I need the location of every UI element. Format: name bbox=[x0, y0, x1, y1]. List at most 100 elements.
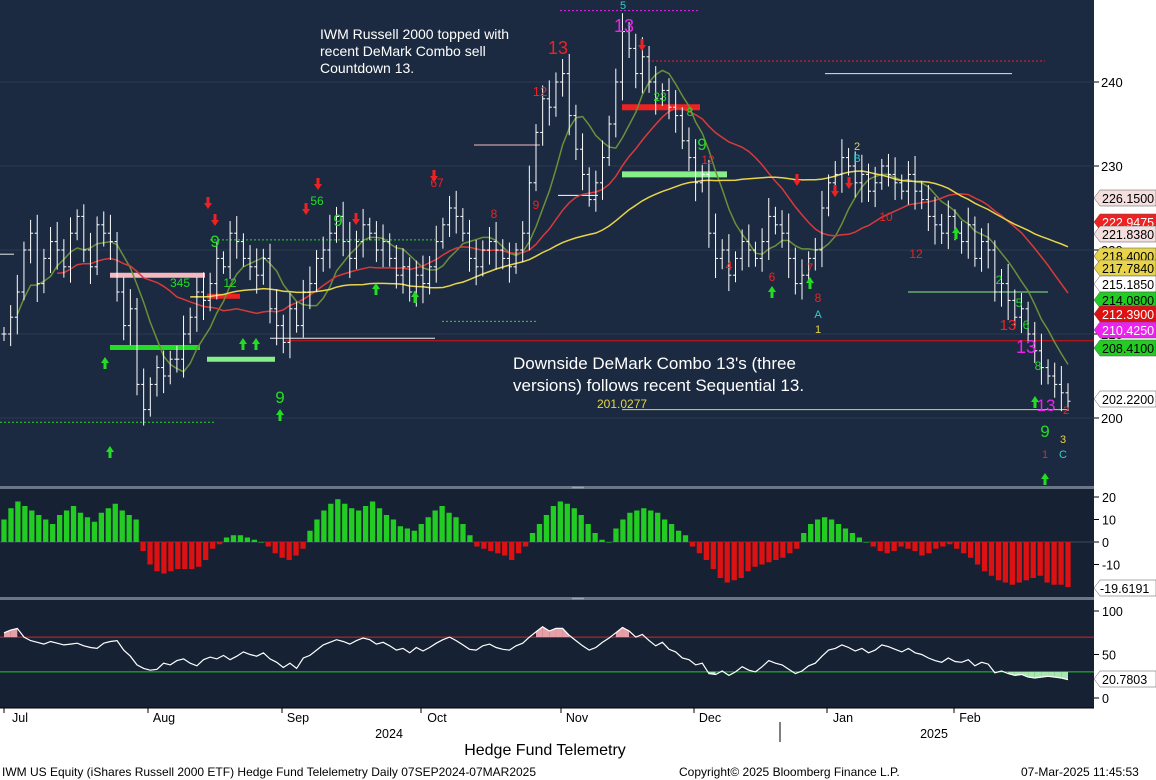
bottom-note-line-2: versions) follows recent Sequential 13. bbox=[513, 376, 804, 395]
histogram-bar bbox=[307, 530, 313, 542]
td-count-label: 9 bbox=[275, 388, 284, 407]
histogram-bar bbox=[29, 510, 35, 542]
td-count-label: 13 bbox=[1000, 317, 1017, 334]
rsi-panel bbox=[0, 600, 1094, 708]
histogram-bar bbox=[620, 519, 626, 542]
td-count-label: 6 bbox=[769, 270, 776, 284]
histogram-bar bbox=[112, 503, 118, 542]
chart-title: Hedge Fund Telemetry bbox=[464, 742, 626, 759]
td-count-label: 9 bbox=[1040, 422, 1049, 441]
histogram-bar bbox=[453, 517, 459, 542]
price-tick-label: 200 bbox=[1101, 411, 1123, 426]
histogram-bar bbox=[821, 517, 828, 542]
price-tag-value: 217.7840 bbox=[1102, 262, 1154, 276]
histogram-bar bbox=[293, 542, 299, 556]
histogram-bar bbox=[481, 542, 487, 549]
price-tag-value: 221.8380 bbox=[1102, 228, 1154, 242]
rsi-tick-label: 100 bbox=[1102, 605, 1123, 619]
histogram-bar bbox=[745, 542, 751, 572]
histogram-bar bbox=[835, 524, 842, 542]
histogram-bar bbox=[599, 539, 605, 542]
histogram-bar bbox=[995, 542, 1002, 581]
histogram-bar bbox=[70, 506, 77, 542]
histogram-bar bbox=[557, 501, 563, 542]
histogram-bar bbox=[154, 542, 160, 572]
histogram-bar bbox=[752, 542, 758, 567]
bottom-note-line-1: Downside DeMark Combo 13's (three bbox=[513, 354, 796, 373]
histogram-bar bbox=[773, 542, 779, 560]
footer-copyright: Copyright© 2025 Bloomberg Finance L.P. bbox=[679, 765, 900, 779]
histogram-bar bbox=[43, 519, 49, 542]
histogram-bar bbox=[912, 542, 918, 551]
histogram-bar bbox=[613, 528, 619, 542]
histogram-bar bbox=[258, 542, 264, 543]
histogram-bar bbox=[383, 515, 390, 542]
histogram-bar bbox=[863, 542, 869, 543]
histogram-bar bbox=[404, 528, 410, 542]
histogram-bar bbox=[870, 542, 876, 547]
histogram-bar bbox=[314, 519, 320, 542]
histogram-bar bbox=[961, 542, 967, 554]
top-note-line-2: recent DeMark Combo sell bbox=[320, 43, 486, 59]
histogram-bar bbox=[1058, 542, 1064, 585]
support-level-label: 201.0277 bbox=[597, 397, 647, 411]
histogram-bar bbox=[168, 542, 174, 572]
histogram-bar bbox=[36, 515, 42, 542]
footer-timestamp: 07-Mar-2025 11:45:53 bbox=[1021, 765, 1139, 779]
td-count-label: 13 bbox=[614, 16, 634, 36]
histogram-bar bbox=[15, 501, 21, 542]
histogram-bar bbox=[522, 542, 529, 547]
histogram-bar bbox=[286, 542, 292, 560]
price-tag-value: 215.1850 bbox=[1102, 278, 1154, 292]
histogram-bar bbox=[175, 542, 181, 569]
td-count-label: 8 bbox=[815, 291, 822, 305]
histogram-bar bbox=[634, 510, 640, 542]
histogram-bar bbox=[1030, 542, 1036, 578]
td-count-label: 5 bbox=[1016, 296, 1023, 310]
td-count-label: 6 bbox=[1023, 318, 1030, 332]
histogram-bar bbox=[265, 542, 271, 547]
histogram-bar bbox=[738, 542, 744, 578]
td-count-label: 9 bbox=[210, 232, 219, 251]
histogram-bar bbox=[8, 508, 14, 542]
rsi-value-label: 20.7803 bbox=[1102, 673, 1147, 687]
histogram-bar bbox=[425, 517, 431, 542]
histogram-bar bbox=[550, 506, 557, 542]
td-count-label: 8 bbox=[687, 105, 694, 119]
td-count-label: 12 bbox=[223, 276, 237, 290]
histogram-bar bbox=[856, 537, 863, 542]
histogram-bar bbox=[898, 542, 904, 547]
histogram-bar bbox=[439, 506, 445, 542]
histogram-bar bbox=[780, 542, 786, 558]
histogram-bar bbox=[147, 542, 153, 565]
hist-tick-label: 0 bbox=[1102, 536, 1109, 550]
histogram-bar bbox=[432, 510, 438, 542]
histogram-bar bbox=[203, 542, 209, 560]
chart-canvas: 131351313139999912986756345 1223812101267… bbox=[0, 0, 1156, 742]
panel-divider-1 bbox=[0, 486, 1094, 489]
td-count-label: 13 bbox=[548, 38, 568, 58]
histogram-bar bbox=[223, 537, 230, 542]
histogram-bar bbox=[529, 533, 536, 542]
histogram-bar bbox=[356, 510, 362, 542]
td-count-label: 8 bbox=[491, 207, 498, 221]
rsi-tick-label: 50 bbox=[1102, 649, 1116, 663]
td-count-label: 9 bbox=[697, 135, 706, 154]
td-count-label: 13 bbox=[1016, 337, 1036, 357]
histogram-bar bbox=[56, 515, 63, 542]
month-label: Nov bbox=[566, 711, 589, 725]
histogram-bar bbox=[766, 542, 772, 563]
td-count-label: 10 bbox=[879, 210, 893, 224]
histogram-bar bbox=[606, 542, 612, 543]
histogram-bar bbox=[842, 528, 849, 542]
histogram-bar bbox=[571, 508, 577, 542]
td-count-label: 12 bbox=[533, 84, 547, 99]
td-count-label: 23 bbox=[653, 90, 667, 104]
hist-tick-label: 20 bbox=[1102, 491, 1116, 505]
td-count-label: 7 bbox=[807, 261, 814, 275]
histogram-bar bbox=[230, 535, 237, 542]
histogram-bar bbox=[446, 512, 452, 542]
histogram-bar bbox=[940, 542, 946, 547]
td-count-label: 345 bbox=[170, 276, 190, 290]
histogram-bar bbox=[543, 515, 550, 542]
